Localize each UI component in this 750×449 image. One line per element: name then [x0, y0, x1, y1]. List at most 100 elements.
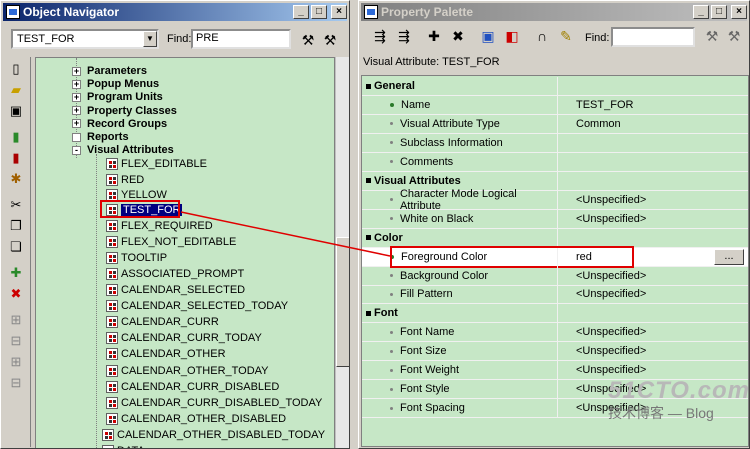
- navigator-titlebar[interactable]: Object Navigator _ □ ×: [3, 3, 347, 21]
- delete-icon[interactable]: ✖: [5, 285, 27, 303]
- paste-properties-icon[interactable]: ⇶: [393, 25, 415, 47]
- property-row[interactable]: Subclass Information: [362, 133, 748, 153]
- tree-node-group[interactable]: Reports: [72, 130, 129, 144]
- expand-icon[interactable]: +: [72, 119, 81, 129]
- property-row[interactable]: Name TEST_FOR: [362, 95, 748, 115]
- palette-titlebar[interactable]: Property Palette _ □ ×: [361, 3, 747, 21]
- close-button[interactable]: ×: [731, 5, 747, 19]
- property-value[interactable]: <Unspecified>: [558, 383, 748, 395]
- property-value[interactable]: <Unspecified>: [558, 326, 748, 338]
- search-forward-icon[interactable]: ⚒: [701, 25, 723, 47]
- expand-icon[interactable]: +: [72, 66, 81, 76]
- open-folder-icon[interactable]: ▰: [5, 81, 27, 99]
- create-icon[interactable]: ✚: [5, 264, 27, 282]
- add-property-icon[interactable]: ✚: [423, 25, 445, 47]
- property-value[interactable]: <Unspecified>: [558, 288, 748, 300]
- empty-node-icon[interactable]: [72, 132, 81, 142]
- search-backward-icon[interactable]: ⚒: [723, 25, 745, 47]
- property-value[interactable]: Common: [558, 118, 748, 130]
- tree-node-visual-attribute[interactable]: DATA: [102, 444, 145, 448]
- tree-node-group[interactable]: + Parameters: [72, 64, 147, 78]
- module-combo[interactable]: TEST_FOR ▼: [11, 29, 159, 49]
- property-row[interactable]: White on Black <Unspecified>: [362, 209, 748, 229]
- tree-node-visual-attribute[interactable]: CALENDAR_OTHER: [106, 347, 226, 361]
- search-forward-icon[interactable]: ⚒: [297, 29, 319, 51]
- tree-node-visual-attribute[interactable]: FLEX_EDITABLE: [106, 157, 207, 171]
- tree-node-visual-attribute[interactable]: CALENDAR_OTHER_DISABLED: [106, 412, 286, 426]
- property-class-icon[interactable]: ◧: [501, 25, 523, 47]
- property-value[interactable]: <Unspecified>: [558, 402, 748, 414]
- scrollbar-thumb[interactable]: [336, 237, 349, 367]
- expand-icon[interactable]: +: [72, 79, 81, 89]
- minimize-button[interactable]: _: [693, 5, 709, 19]
- new-icon[interactable]: ▯: [5, 60, 27, 78]
- inherit-icon[interactable]: ▣: [477, 25, 499, 47]
- tree-node-visual-attribute[interactable]: CALENDAR_SELECTED_TODAY: [106, 299, 288, 313]
- tree-node-visual-attribute[interactable]: ASSOCIATED_PROMPT: [106, 267, 244, 281]
- tree-node-group[interactable]: + Program Units: [72, 90, 163, 104]
- minimize-button[interactable]: _: [293, 5, 309, 19]
- property-value[interactable]: <Unspecified>: [558, 213, 748, 225]
- find-input[interactable]: PRE: [191, 29, 291, 49]
- property-row[interactable]: Font Size <Unspecified>: [362, 341, 748, 362]
- copy-properties-icon[interactable]: ⇶: [369, 25, 391, 47]
- copy-icon[interactable]: ❐: [5, 217, 27, 235]
- tree-node-visual-attribute[interactable]: CALENDAR_CURR_TODAY: [106, 331, 262, 345]
- tree-scrollbar[interactable]: [335, 57, 349, 448]
- tree-node-group[interactable]: - Visual Attributes: [72, 143, 174, 157]
- paste-icon[interactable]: ❏: [5, 238, 27, 256]
- property-value[interactable]: <Unspecified>: [558, 364, 748, 376]
- expand-icon[interactable]: +: [72, 106, 81, 116]
- expand-icon[interactable]: ⊞: [5, 311, 27, 329]
- property-value[interactable]: <Unspecified>: [558, 194, 748, 206]
- expand-icon[interactable]: +: [72, 92, 81, 102]
- tree-node-visual-attribute[interactable]: RED: [106, 173, 144, 187]
- tree-node-visual-attribute[interactable]: CALENDAR_CURR_DISABLED_TODAY: [106, 396, 322, 410]
- close-button[interactable]: ×: [331, 5, 347, 19]
- collapse-icon[interactable]: -: [72, 145, 81, 155]
- tree-node-visual-attribute[interactable]: CALENDAR_SELECTED: [106, 283, 245, 297]
- compile-icon[interactable]: ✱: [5, 170, 27, 188]
- intersection-icon[interactable]: ∩: [531, 25, 553, 47]
- property-row[interactable]: Font Weight <Unspecified>: [362, 360, 748, 381]
- tree-node-visual-attribute[interactable]: CALENDAR_CURR: [106, 315, 219, 329]
- property-group-header[interactable]: General: [362, 76, 748, 96]
- tree-node-group[interactable]: + Record Groups: [72, 117, 167, 131]
- delete-property-icon[interactable]: ✖: [447, 25, 469, 47]
- debug-icon[interactable]: ▮: [5, 149, 27, 167]
- maximize-button[interactable]: □: [711, 5, 727, 19]
- maximize-button[interactable]: □: [311, 5, 327, 19]
- property-row[interactable]: Fill Pattern <Unspecified>: [362, 284, 748, 305]
- property-value[interactable]: TEST_FOR: [558, 99, 748, 111]
- property-row[interactable]: Visual Attribute Type Common: [362, 114, 748, 134]
- property-row[interactable]: Font Style <Unspecified>: [362, 379, 748, 400]
- save-icon[interactable]: ▣: [5, 102, 27, 120]
- tree-node-group[interactable]: + Popup Menus: [72, 77, 159, 91]
- tree-node-visual-attribute[interactable]: CALENDAR_OTHER_TODAY: [106, 364, 269, 378]
- tree-node-visual-attribute[interactable]: CALENDAR_CURR_DISABLED: [106, 380, 279, 394]
- palette-find-input[interactable]: [611, 27, 695, 47]
- search-backward-icon[interactable]: ⚒: [319, 29, 341, 51]
- cut-icon[interactable]: ✂: [5, 196, 27, 214]
- property-value[interactable]: <Unspecified>: [558, 345, 748, 357]
- property-row[interactable]: Background Color <Unspecified>: [362, 266, 748, 286]
- collapse-all-icon[interactable]: ⊟: [5, 374, 27, 392]
- property-row[interactable]: Font Name <Unspecified>: [362, 322, 748, 343]
- tree-node-visual-attribute[interactable]: FLEX_NOT_EDITABLE: [106, 235, 236, 249]
- property-group-header[interactable]: Font: [362, 303, 748, 324]
- tree-node-visual-attribute[interactable]: CALENDAR_OTHER_DISABLED_TODAY: [102, 428, 325, 442]
- tree-node-group[interactable]: + Property Classes: [72, 104, 177, 118]
- ellipsis-button[interactable]: ...: [714, 248, 744, 265]
- property-row[interactable]: Character Mode Logical Attribute <Unspeci…: [362, 188, 748, 212]
- property-row[interactable]: Foreground Color red...: [362, 245, 748, 268]
- collapse-icon[interactable]: ⊟: [5, 332, 27, 350]
- tree-node-visual-attribute[interactable]: FLEX_REQUIRED: [106, 219, 213, 233]
- run-icon[interactable]: ▮: [5, 128, 27, 146]
- property-value[interactable]: <Unspecified>: [558, 270, 748, 282]
- property-row[interactable]: Font Spacing <Unspecified>: [362, 398, 748, 419]
- freeze-icon[interactable]: ✎: [555, 25, 577, 47]
- chevron-down-icon[interactable]: ▼: [143, 31, 157, 47]
- expand-all-icon[interactable]: ⊞: [5, 353, 27, 371]
- tree-node-visual-attribute[interactable]: TOOLTIP: [106, 251, 167, 265]
- property-row[interactable]: Comments: [362, 152, 748, 172]
